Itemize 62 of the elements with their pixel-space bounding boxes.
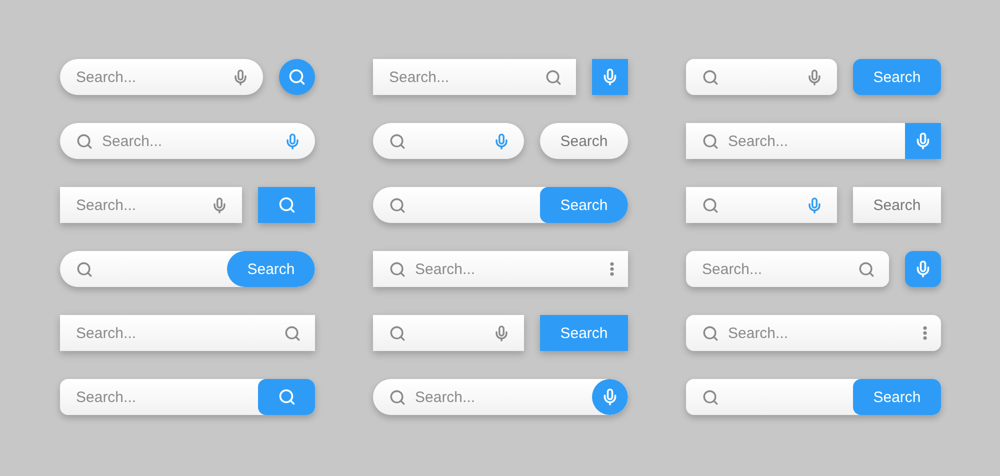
search-button[interactable]: Search xyxy=(540,123,628,159)
search-field[interactable]: Search... xyxy=(686,123,941,159)
search-icon xyxy=(702,324,719,342)
search-field[interactable] xyxy=(686,59,837,95)
search-field[interactable]: Search... xyxy=(373,251,628,287)
search-icon xyxy=(702,68,719,86)
search-icon xyxy=(389,196,406,214)
search-placeholder: Search... xyxy=(76,388,136,406)
search-button[interactable] xyxy=(258,379,315,415)
microphone-icon xyxy=(914,132,932,150)
search-button[interactable]: Search xyxy=(853,187,941,223)
voice-search-button[interactable] xyxy=(592,59,628,95)
search-placeholder: Search... xyxy=(389,68,450,86)
search-icon xyxy=(288,68,306,86)
search-field[interactable]: Search... xyxy=(60,187,242,223)
search-icon xyxy=(76,260,93,278)
search-field[interactable]: Search... xyxy=(686,315,941,351)
voice-search-button[interactable] xyxy=(592,379,628,415)
search-icon xyxy=(389,260,406,278)
search-icon xyxy=(702,196,719,214)
search-placeholder: Search... xyxy=(76,324,136,342)
search-field[interactable] xyxy=(686,187,837,223)
search-field[interactable]: Search... xyxy=(60,379,315,415)
search-icon xyxy=(389,132,406,150)
search-icon xyxy=(278,388,296,406)
search-field[interactable]: Search xyxy=(60,251,315,287)
search-field[interactable] xyxy=(373,315,524,351)
search-field[interactable]: Search xyxy=(373,187,628,223)
search-button[interactable]: Search xyxy=(540,315,628,351)
voice-search-button[interactable] xyxy=(905,123,941,159)
search-button[interactable]: Search xyxy=(853,59,941,95)
search-placeholder: Search... xyxy=(702,260,762,278)
microphone-icon xyxy=(914,260,932,278)
search-field[interactable]: Search xyxy=(686,379,941,415)
search-icon xyxy=(702,388,719,406)
search-button[interactable]: Search xyxy=(227,251,315,287)
search-button[interactable]: Search xyxy=(853,379,941,415)
search-field[interactable]: Search... xyxy=(373,379,628,415)
search-field[interactable]: Search... xyxy=(60,59,263,95)
search-placeholder: Search... xyxy=(415,388,476,406)
search-icon xyxy=(278,196,296,214)
search-placeholder: Search... xyxy=(76,68,136,86)
voice-search-button[interactable] xyxy=(905,251,941,287)
search-placeholder: Search... xyxy=(728,132,788,150)
search-icon xyxy=(702,132,719,150)
microphone-icon xyxy=(601,388,619,406)
search-field[interactable]: Search... xyxy=(686,251,889,287)
search-icon xyxy=(389,388,406,406)
search-field[interactable] xyxy=(373,123,524,159)
search-button[interactable]: Search xyxy=(540,187,628,223)
search-button[interactable] xyxy=(258,187,315,223)
search-icon xyxy=(76,132,93,150)
search-field[interactable]: Search... xyxy=(60,123,315,159)
search-field[interactable]: Search... xyxy=(373,59,576,95)
search-placeholder: Search... xyxy=(76,196,136,214)
search-field[interactable]: Search... xyxy=(60,315,315,351)
search-icon xyxy=(389,324,406,342)
microphone-icon xyxy=(601,68,619,86)
search-placeholder: Search... xyxy=(415,260,476,278)
search-placeholder: Search... xyxy=(728,324,788,342)
search-placeholder: Search... xyxy=(102,132,162,150)
search-button[interactable] xyxy=(279,59,315,95)
